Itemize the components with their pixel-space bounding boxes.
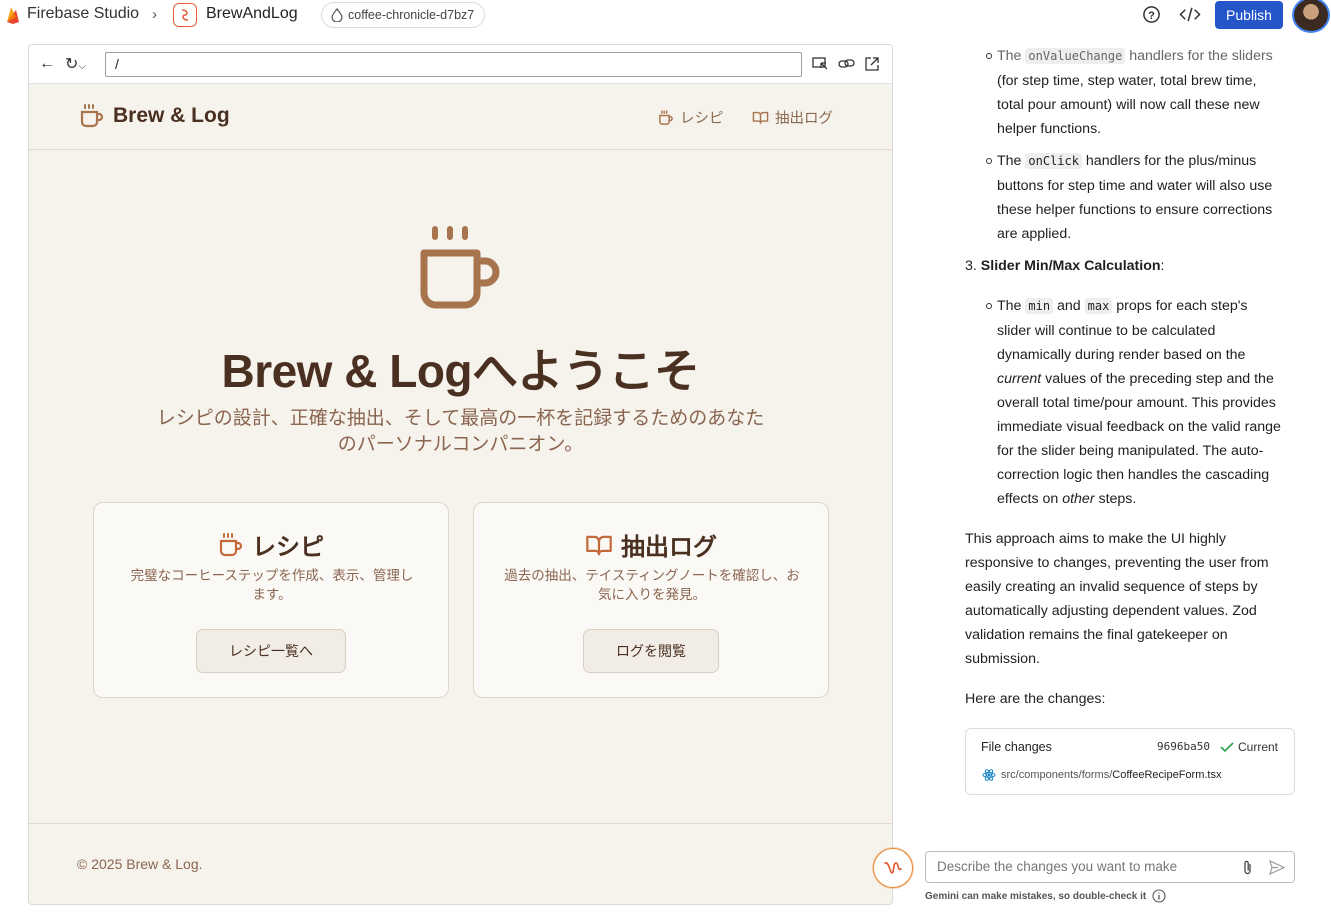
bullet-icon <box>986 303 992 309</box>
changes-intro: Here are the changes: <box>965 691 1106 707</box>
chat-bullet-3-line-7: for the slider being manipulated. The au… <box>997 443 1264 459</box>
chat-paragraph-line-2: responsive to changes, preventing the us… <box>965 555 1269 571</box>
chat-bullet-3-line-5: overall total time/pour amount. This pro… <box>997 395 1276 411</box>
commit-hash: 9696ba50 <box>1157 740 1210 753</box>
view-logs-button[interactable]: ログを閲覧 <box>583 629 719 673</box>
flame-icon <box>331 8 343 22</box>
bullet-icon <box>986 158 992 164</box>
recipes-card: レシピ 完璧なコーヒーステップを作成、表示、管理します。 レシピ一覧へ <box>93 502 449 698</box>
url-input[interactable]: / <box>105 52 802 77</box>
workspace-name: coffee-chronicle-d7bz7 <box>348 8 475 22</box>
paperclip-icon[interactable] <box>1242 860 1254 876</box>
recipes-card-title-text: レシピ <box>252 534 324 561</box>
chat-input[interactable]: Describe the changes you want to make <box>925 851 1295 883</box>
chat-bullet-3-line-9: effects on other steps. <box>997 491 1137 507</box>
recipes-card-description: 完璧なコーヒーステップを作成、表示、管理します。 <box>130 568 414 602</box>
chat-bullet-3-line-3: dynamically during render based on the <box>997 347 1246 363</box>
gemini-spark-icon <box>884 862 902 874</box>
coffee-cup-icon <box>219 532 243 556</box>
hero-subtitle: レシピの設計、正確な抽出、そして最高の一杯を記録するためのあなた のパーソナルコ… <box>129 406 792 458</box>
recipes-card-title: レシピ <box>94 527 448 562</box>
open-external-icon[interactable] <box>864 56 880 72</box>
inspect-icon[interactable] <box>812 56 829 72</box>
footer-copyright: © 2025 Brew & Log. <box>77 856 203 872</box>
status-current: Current <box>1238 740 1279 754</box>
chat-bullet-1-line-3: total pour amount) will now call these n… <box>997 97 1260 113</box>
help-icon[interactable]: ? <box>1142 5 1161 24</box>
gemini-button[interactable] <box>873 848 913 888</box>
check-icon <box>1220 742 1234 753</box>
workspace-chip[interactable]: coffee-chronicle-d7bz7 <box>321 2 486 28</box>
top-bar: Firebase Studio › BrewAndLog coffee-chro… <box>0 0 1331 33</box>
nav-recipes-label: レシピ <box>680 111 724 127</box>
chat-input-placeholder: Describe the changes you want to make <box>937 859 1178 874</box>
hero-title: Brew & Logへようこそ <box>221 345 700 397</box>
chat-bullet-2-line-3: these helper functions to ensure correct… <box>997 202 1273 218</box>
book-open-icon <box>586 535 612 555</box>
view-recipes-button[interactable]: レシピ一覧へ <box>196 629 346 673</box>
react-icon <box>982 769 996 781</box>
firebase-logo-icon <box>7 7 19 24</box>
coffee-cup-icon <box>659 109 673 125</box>
chat-panel: The onValueChange handlers for the slide… <box>930 44 1330 844</box>
disclaimer-text: Gemini can make mistakes, so double-chec… <box>925 890 1147 902</box>
file-path[interactable]: src/components/forms/CoffeeRecipeForm.ts… <box>1001 763 1222 787</box>
app-preview: ← ↻⌵ / Brew & Log レシピ 抽出ログ Brew & Logへよう… <box>28 44 893 905</box>
chat-paragraph-line-6: submission. <box>965 651 1040 667</box>
logs-card-title: 抽出ログ <box>474 527 828 562</box>
chat-bullet-1-line-1: The onValueChange handlers for the slide… <box>997 48 1273 64</box>
site-title[interactable]: Brew & Log <box>113 104 230 128</box>
back-arrow-icon[interactable]: ← <box>39 55 55 73</box>
disclaimer: Gemini can make mistakes, so double-chec… <box>925 889 1166 903</box>
book-open-icon <box>752 111 769 124</box>
chevron-right-icon: › <box>152 6 157 23</box>
coffee-cup-logo-icon[interactable] <box>79 103 105 129</box>
chat-bullet-3-line-4: current values of the preceding step and… <box>997 371 1274 387</box>
coffee-cup-hero-icon <box>420 226 500 309</box>
site-header: Brew & Log レシピ 抽出ログ <box>29 84 892 150</box>
send-icon[interactable] <box>1269 860 1285 875</box>
chat-bullet-3-line-8: correction logic then handles the cascad… <box>997 467 1270 483</box>
chat-bullet-3-line-1: The min and max props for each step's <box>997 298 1248 314</box>
link-icon[interactable] <box>838 56 855 72</box>
hero-subtitle-line-2: のパーソナルコンパニオン。 <box>337 434 584 455</box>
logs-card-description: 過去の抽出、テイスティングノートを確認し、お気に入りを発見。 <box>504 568 800 602</box>
reload-icon[interactable]: ↻⌵ <box>65 54 86 74</box>
bullet-icon <box>986 53 992 59</box>
preview-toolbar: ← ↻⌵ / <box>29 45 892 84</box>
chat-bullet-1-line-2: (for step time, step water, total brew t… <box>997 73 1257 89</box>
chat-bullet-2-line-4: are applied. <box>997 226 1072 242</box>
chat-bullet-3-line-2: slider will continue to be calculated <box>997 323 1216 339</box>
site-footer: © 2025 Brew & Log. <box>29 823 892 904</box>
chat-paragraph-line-5: validation remains the final gatekeeper … <box>965 627 1228 643</box>
logs-card-title-text: 抽出ログ <box>621 534 717 561</box>
chat-bullet-1-line-4: helper functions. <box>997 121 1102 137</box>
app-glyph-icon <box>181 9 189 21</box>
chat-item-3-heading: 3. Slider Min/Max Calculation: <box>965 258 1165 274</box>
code-view-icon[interactable] <box>1179 5 1201 24</box>
hero-subtitle-line-1: レシピの設計、正確な抽出、そして最高の一杯を記録するためのあなた <box>156 408 765 429</box>
chat-bullet-2-line-1: The onClick handlers for the plus/minus <box>997 153 1257 169</box>
app-name[interactable]: BrewAndLog <box>206 5 298 23</box>
chat-paragraph-line-1: This approach aims to make the UI highly <box>965 531 1227 547</box>
publish-button[interactable]: Publish <box>1215 1 1283 29</box>
studio-name[interactable]: Firebase Studio <box>27 5 139 23</box>
chat-bullet-2-line-2: buttons for step time and water will als… <box>997 178 1273 194</box>
info-icon[interactable] <box>1152 889 1166 903</box>
svg-text:?: ? <box>1148 10 1155 22</box>
chat-paragraph-line-4: automatically adjusting dependent values… <box>965 603 1257 619</box>
nav-recipes-link[interactable]: レシピ <box>658 107 724 128</box>
nav-logs-label: 抽出ログ <box>775 111 833 127</box>
file-changes-label: File changes <box>981 740 1052 754</box>
nav-logs-link[interactable]: 抽出ログ <box>752 107 833 128</box>
chat-paragraph-line-3: easily creating an invalid sequence of s… <box>965 579 1258 595</box>
user-avatar[interactable] <box>1292 0 1330 33</box>
app-icon <box>173 3 197 27</box>
logs-card: 抽出ログ 過去の抽出、テイスティングノートを確認し、お気に入りを発見。 ログを閲… <box>473 502 829 698</box>
file-changes-card[interactable]: File changes 9696ba50 Current src/compon… <box>965 728 1295 795</box>
chat-bullet-3-line-6: immediate visual feedback on the valid r… <box>997 419 1281 435</box>
